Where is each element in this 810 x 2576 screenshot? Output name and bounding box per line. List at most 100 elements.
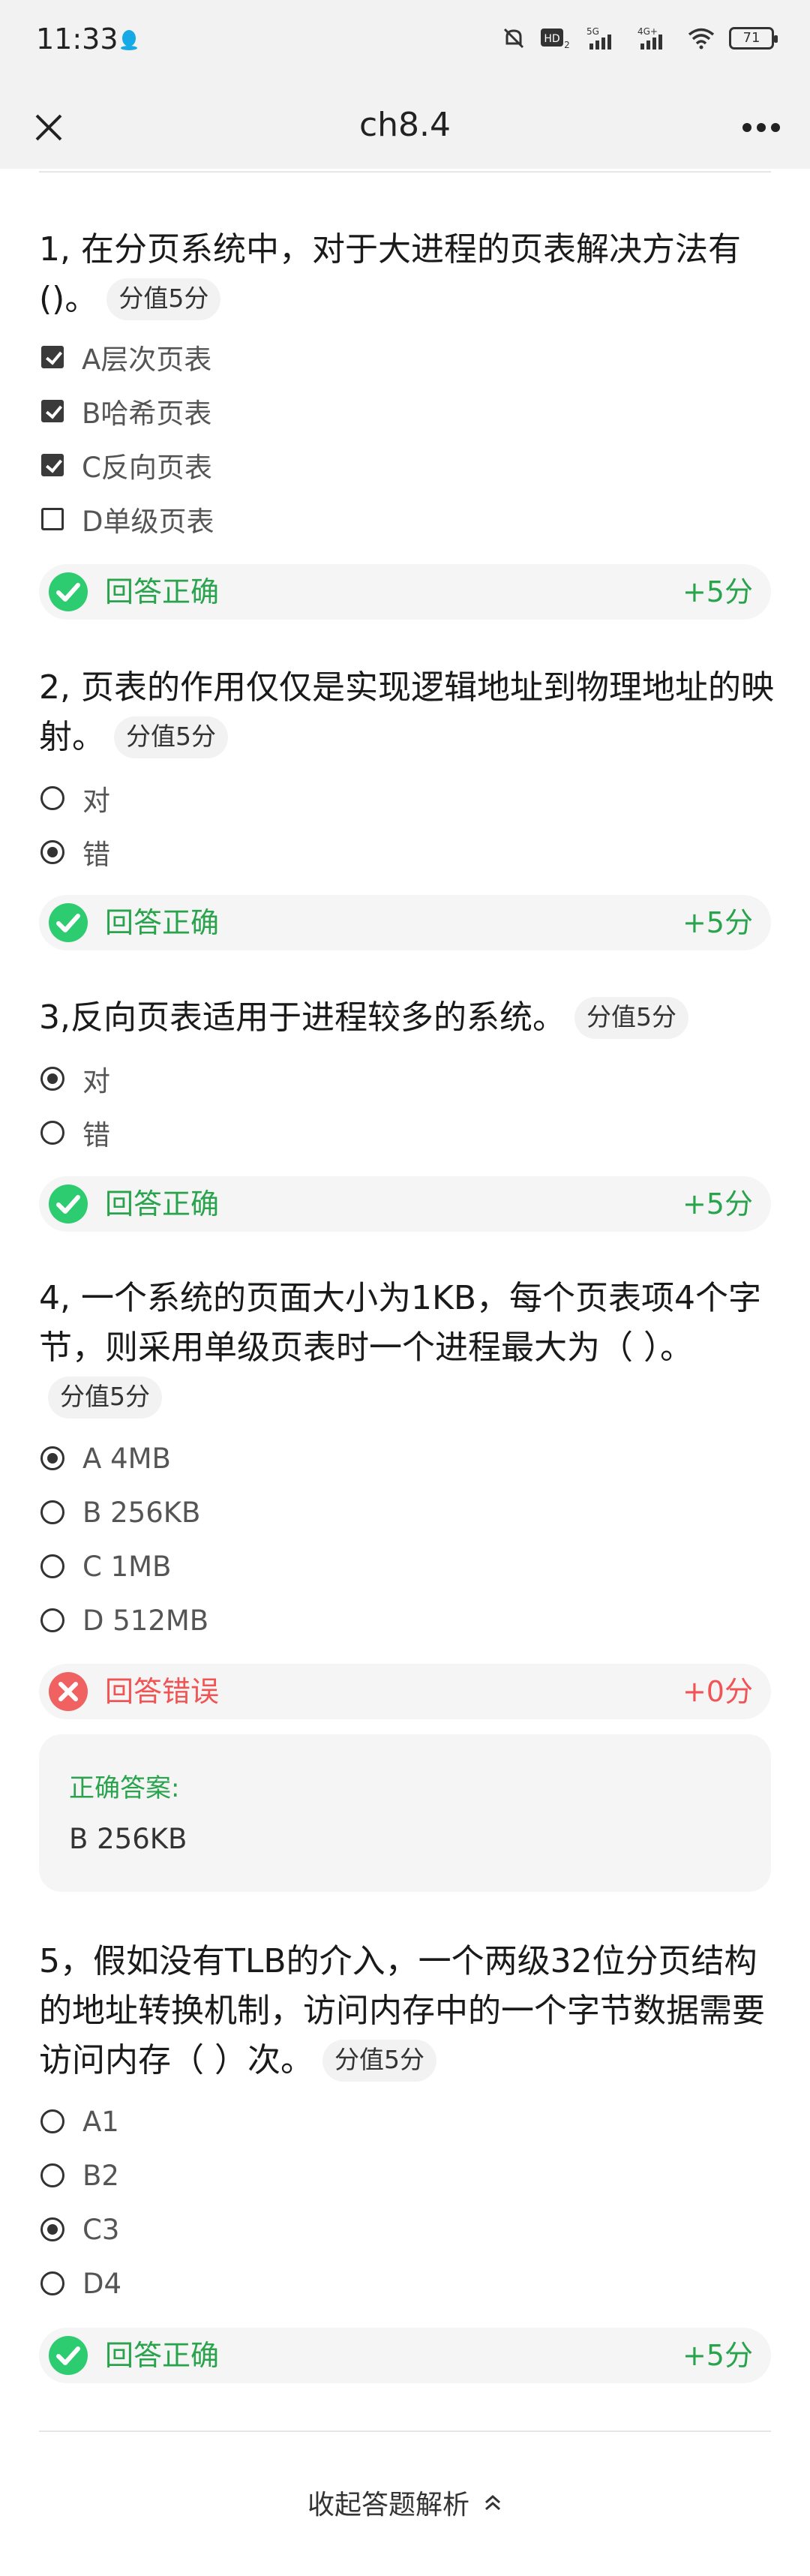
question-3-option-false[interactable]: 错 <box>39 1112 110 1154</box>
correct-answer-title: 正确答案: <box>69 1773 180 1803</box>
option-label: A1 <box>82 2105 119 2138</box>
svg-text:5G: 5G <box>586 26 599 37</box>
question-4-option-a[interactable]: A 4MB <box>39 1437 171 1479</box>
result-label: 回答正确 <box>105 575 220 608</box>
question-4-result: 回答错误 +0分 <box>39 1664 771 1719</box>
option-label: 对 <box>82 785 110 817</box>
hd-icon: HD 2 <box>541 29 570 50</box>
top-divider <box>39 171 771 173</box>
status-time: 11:33 <box>36 23 118 56</box>
question-1-option-b[interactable]: B哈希页表 <box>39 390 212 432</box>
option-label: 错 <box>82 839 110 871</box>
result-label: 回答错误 <box>105 1675 220 1708</box>
signal-5g-icon: 5G <box>586 26 611 50</box>
cross-circle-icon <box>49 1672 88 1711</box>
question-5-score-tag: 分值5分 <box>322 2040 436 2082</box>
mute-icon <box>503 28 524 49</box>
result-label: 回答正确 <box>105 1187 220 1220</box>
radio-checked-icon[interactable] <box>40 840 64 864</box>
check-circle-icon <box>49 903 88 942</box>
option-label: D 512MB <box>82 1604 209 1637</box>
result-score: +5分 <box>682 906 753 939</box>
radio-unchecked-icon[interactable] <box>40 1554 64 1578</box>
question-1-result: 回答正确 +5分 <box>39 564 771 620</box>
radio-checked-icon[interactable] <box>40 2217 64 2241</box>
question-4-option-d[interactable]: D 512MB <box>39 1599 208 1641</box>
correct-answer-box: 正确答案: B 256KB <box>39 1734 771 1892</box>
check-circle-icon <box>49 2336 88 2375</box>
option-label: C3 <box>82 2213 120 2246</box>
double-chevron-up-icon <box>485 2494 500 2511</box>
radio-unchecked-icon[interactable] <box>40 786 64 810</box>
question-4-score-tag: 分值5分 <box>48 1377 162 1419</box>
battery-icon: 71 <box>729 27 778 50</box>
question-5-option-a[interactable]: A1 <box>39 2100 119 2142</box>
question-4-stem: 4, 一个系统的页面大小为1KB，每个页表项4个字节，则采用单级页表时一个进程最… <box>39 1279 761 1367</box>
question-5-option-c[interactable]: C3 <box>39 2208 119 2250</box>
question-1-option-c[interactable]: C反向页表 <box>39 444 212 486</box>
question-2-score-tag: 分值5分 <box>114 716 228 758</box>
status-bar: 11:33 HD 2 5G 4G+ 71 <box>0 0 810 86</box>
question-3-score-tag: 分值5分 <box>574 997 688 1039</box>
question-1-option-a[interactable]: A层次页表 <box>39 336 212 378</box>
question-2-option-true[interactable]: 对 <box>39 777 110 819</box>
option-label: B哈希页表 <box>82 398 212 430</box>
result-score: +5分 <box>682 2339 753 2372</box>
option-label: 对 <box>82 1065 110 1097</box>
question-1-option-d[interactable]: D单级页表 <box>39 498 214 540</box>
nav-bar: ch8.4 <box>0 86 810 169</box>
option-label: C 1MB <box>82 1550 172 1583</box>
result-score: +5分 <box>682 1187 753 1220</box>
radio-unchecked-icon[interactable] <box>40 1608 64 1632</box>
radio-checked-icon[interactable] <box>40 1067 64 1091</box>
question-5-option-b[interactable]: B2 <box>39 2154 119 2196</box>
option-label: B2 <box>82 2159 119 2192</box>
status-icons: HD 2 5G 4G+ 71 <box>501 26 778 51</box>
result-score: +5分 <box>682 575 753 608</box>
question-1-score-tag: 分值5分 <box>106 278 221 320</box>
result-label: 回答正确 <box>105 906 220 939</box>
question-1-text: 1, 在分页系统中，对于大进程的页表解决方法有()。 分值5分 <box>39 225 774 324</box>
result-score: +0分 <box>682 1675 753 1708</box>
wifi-icon <box>688 28 715 50</box>
page-title: ch8.4 <box>358 106 452 144</box>
question-4-option-b[interactable]: B 256KB <box>39 1491 200 1533</box>
top-bar: 11:33 HD 2 5G 4G+ 71 ch8.4 <box>0 0 810 169</box>
radio-unchecked-icon[interactable] <box>40 1500 64 1524</box>
question-4-text: 4, 一个系统的页面大小为1KB，每个页表项4个字节，则采用单级页表时一个进程最… <box>39 1274 774 1422</box>
signal-4g-icon: 4G+ <box>638 26 662 50</box>
radio-unchecked-icon[interactable] <box>40 2163 64 2187</box>
option-label: 错 <box>82 1119 110 1151</box>
radio-unchecked-icon[interactable] <box>40 2109 64 2133</box>
correct-answer-text: B 256KB <box>69 1823 188 1855</box>
check-circle-icon <box>49 1184 88 1223</box>
option-label: D单级页表 <box>82 506 214 538</box>
checkbox-checked-icon[interactable] <box>41 400 64 422</box>
radio-unchecked-icon[interactable] <box>40 2271 64 2295</box>
svg-text:HD: HD <box>544 33 560 45</box>
checkbox-unchecked-icon[interactable] <box>41 508 64 530</box>
battery-level: 71 <box>742 30 760 46</box>
checkbox-checked-icon[interactable] <box>41 346 64 368</box>
question-3-option-true[interactable]: 对 <box>39 1058 110 1100</box>
question-3-result: 回答正确 +5分 <box>39 1176 771 1232</box>
checkbox-checked-icon[interactable] <box>41 454 64 476</box>
svg-text:4G+: 4G+ <box>638 26 658 37</box>
question-5-option-d[interactable]: D4 <box>39 2262 122 2304</box>
question-2-option-false[interactable]: 错 <box>39 831 110 873</box>
question-5-result: 回答正确 +5分 <box>39 2328 771 2383</box>
question-3-text: 3,反向页表适用于进程较多的系统。 分值5分 <box>39 993 774 1043</box>
question-5-text: 5，假如没有TLB的介入，一个两级32位分页结构的地址转换机制，访问内存中的一个… <box>39 1937 774 2085</box>
option-label: B 256KB <box>82 1496 201 1529</box>
option-label: C反向页表 <box>82 452 212 484</box>
more-button[interactable] <box>735 101 788 154</box>
svg-text:2: 2 <box>564 40 570 50</box>
check-circle-icon <box>49 572 88 611</box>
question-4-option-c[interactable]: C 1MB <box>39 1545 171 1587</box>
option-label: A层次页表 <box>82 344 212 376</box>
option-label: D4 <box>82 2267 122 2300</box>
collapse-analysis-button[interactable]: 收起答题解析 <box>0 2483 810 2522</box>
qq-notification-icon <box>121 30 137 50</box>
radio-unchecked-icon[interactable] <box>40 1121 64 1145</box>
radio-checked-icon[interactable] <box>40 1446 64 1470</box>
